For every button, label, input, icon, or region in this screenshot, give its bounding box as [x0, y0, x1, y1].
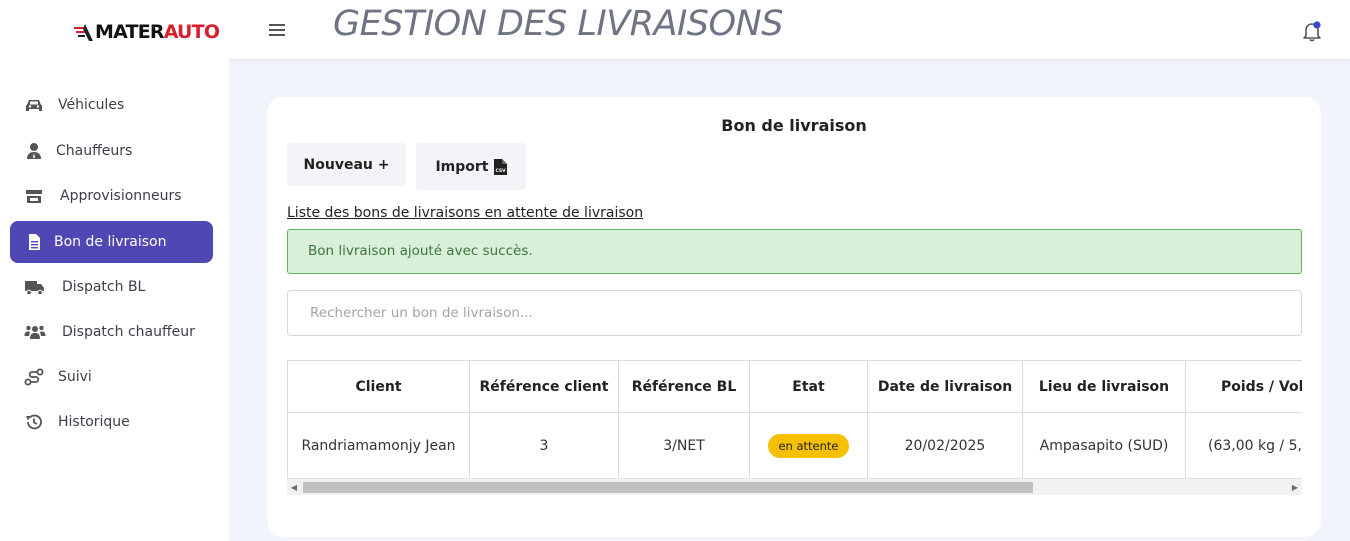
scrollbar-thumb[interactable] [303, 482, 1033, 493]
history-icon [26, 414, 42, 430]
top-header: MATERAUTO GESTION DES LIVRAISONS [0, 0, 1350, 59]
column-header-ref-bl[interactable]: Référence BL [618, 360, 750, 413]
delivery-table-container: Client Référence client Référence BL Eta… [287, 360, 1302, 493]
column-header-client[interactable]: Client [287, 360, 470, 413]
sidebar-item-label: Dispatch BL [62, 279, 146, 295]
route-icon [24, 368, 44, 386]
cell-poids-volume: (63,00 kg / 5,80 [1185, 412, 1302, 479]
sidebar-item-label: Chauffeurs [56, 143, 133, 159]
success-alert: Bon livraison ajouté avec succès. [287, 229, 1302, 274]
logo-text-auto: AUTO [163, 21, 220, 43]
truck-icon [25, 281, 44, 296]
card-title: Bon de livraison [721, 116, 867, 135]
sidebar-item-label: Approvisionneurs [60, 188, 182, 204]
sidebar-item-approvisionneurs[interactable]: Approvisionneurs [10, 175, 213, 217]
sidebar-item-chauffeurs[interactable]: Chauffeurs [10, 130, 213, 172]
sidebar-item-label: Historique [58, 414, 130, 430]
delivery-note-card: Bon de livraison Nouveau + Import CSV Li… [267, 97, 1321, 537]
sidebar: Véhicules Chauffeurs Approvisionneurs Bo… [0, 59, 229, 541]
csv-file-icon: CSV [493, 158, 507, 175]
table-header-row: Client Référence client Référence BL Eta… [287, 360, 1302, 413]
column-header-lieu[interactable]: Lieu de livraison [1022, 360, 1186, 413]
sidebar-item-vehicules[interactable]: Véhicules [10, 84, 213, 126]
sidebar-item-dispatch-chauffeur[interactable]: Dispatch chauffeur [10, 311, 213, 353]
new-button-label: Nouveau + [303, 156, 390, 173]
pending-list-link[interactable]: Liste des bons de livraisons en attente … [287, 205, 643, 221]
column-header-ref-client[interactable]: Référence client [469, 360, 619, 413]
column-header-etat[interactable]: Etat [749, 360, 868, 413]
store-icon [26, 190, 42, 203]
import-button-label: Import [435, 158, 489, 175]
cell-lieu: Ampasapito (SUD) [1022, 412, 1186, 479]
sidebar-item-label: Bon de livraison [54, 234, 167, 250]
column-header-date[interactable]: Date de livraison [867, 360, 1023, 413]
cell-ref-bl: 3/NET [618, 412, 750, 479]
materauto-logo[interactable]: MATERAUTO [72, 19, 220, 45]
import-button[interactable]: Import CSV [416, 143, 526, 190]
page-title: GESTION DES LIVRAISONS [333, 4, 783, 44]
status-badge: en attente [768, 433, 849, 458]
speed-logo-icon [74, 24, 93, 41]
sidebar-item-label: Suivi [58, 369, 92, 385]
sidebar-item-bon-de-livraison[interactable]: Bon de livraison [10, 221, 213, 263]
search-input[interactable] [287, 290, 1302, 336]
cell-ref-client: 3 [469, 412, 619, 479]
users-icon [24, 325, 46, 339]
hamburger-menu-icon[interactable] [266, 20, 288, 40]
column-header-poids-volume[interactable]: Poids / Volume [1185, 360, 1302, 413]
sidebar-item-dispatch-bl[interactable]: Dispatch BL [10, 266, 213, 308]
cell-client: Randriamamonjy Jean [287, 412, 470, 479]
sidebar-item-label: Véhicules [58, 97, 125, 113]
scroll-left-arrow-icon[interactable]: ◀ [287, 479, 301, 495]
scroll-right-arrow-icon[interactable]: ▶ [1288, 479, 1302, 495]
sidebar-item-historique[interactable]: Historique [10, 401, 213, 443]
horizontal-scrollbar[interactable]: ◀ ▶ [287, 478, 1302, 495]
new-button[interactable]: Nouveau + [287, 143, 406, 186]
sidebar-item-suivi[interactable]: Suivi [10, 356, 213, 398]
file-icon [29, 234, 40, 250]
cell-date: 20/02/2025 [867, 412, 1023, 479]
user-tie-icon [27, 143, 41, 159]
notification-bell-icon[interactable] [1300, 20, 1324, 42]
delivery-table: Client Référence client Référence BL Eta… [287, 360, 1302, 479]
logo-text-mater: MATER [95, 21, 165, 43]
sidebar-item-label: Dispatch chauffeur [62, 324, 195, 340]
cell-etat: en attente [749, 412, 868, 479]
car-icon [26, 100, 42, 111]
svg-text:CSV: CSV [495, 168, 506, 174]
table-row[interactable]: Randriamamonjy Jean 3 3/NET en attente 2… [287, 412, 1302, 479]
